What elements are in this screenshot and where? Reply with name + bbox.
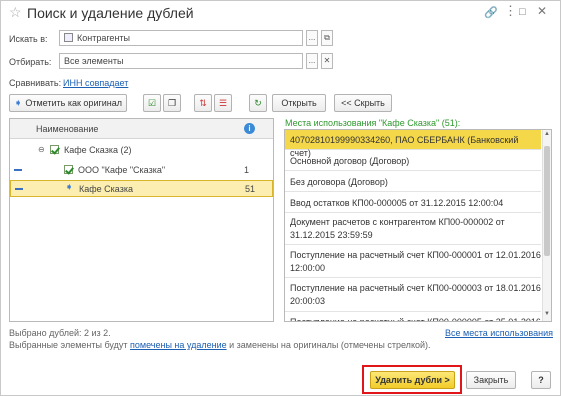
dialog-window: ☆ Поиск и удаление дублей 🔗 ⋮ □ ✕ Искать… bbox=[0, 0, 561, 396]
footer-note: Выбранные элементы будут помечены на уда… bbox=[9, 340, 431, 350]
open-button[interactable]: Открыть bbox=[272, 94, 326, 112]
close-icon[interactable]: ✕ bbox=[537, 4, 547, 18]
list-item[interactable]: 40702810199990334260, ПАО СБЕРБАНК (Банк… bbox=[285, 130, 541, 158]
scrollbar[interactable]: ▲ ▼ bbox=[542, 130, 551, 321]
row-checkbox[interactable] bbox=[64, 165, 73, 174]
delete-duplicates-button[interactable]: Удалить дубли > bbox=[370, 371, 455, 389]
list-item[interactable]: Поступление на расчетный счет КП00-00000… bbox=[285, 245, 541, 278]
more-menu-icon[interactable]: ⋮ bbox=[504, 3, 517, 19]
list-item[interactable]: Документ расчетов с контрагентом КП00-00… bbox=[285, 213, 541, 245]
copy-icon: ❐ bbox=[167, 97, 177, 108]
help-button[interactable]: ? bbox=[531, 371, 551, 389]
search-in-field[interactable]: Контрагенты bbox=[59, 30, 303, 46]
original-arrow-icon: ➧ bbox=[65, 182, 74, 193]
sort-desc-button[interactable]: ☰ bbox=[214, 94, 232, 112]
close-button[interactable]: Закрыть bbox=[466, 371, 516, 389]
close-label: Закрыть bbox=[473, 375, 509, 385]
table-row[interactable]: ООО "Кафе "Сказка" 1 bbox=[10, 161, 273, 181]
compare-label: Сравнивать: bbox=[9, 78, 62, 88]
mark-original-button[interactable]: ➧ Отметить как оригинал bbox=[9, 94, 127, 112]
search-in-select-button[interactable]: ... bbox=[306, 30, 318, 46]
mark-original-label: Отметить как оригинал bbox=[25, 98, 123, 108]
search-in-label: Искать в: bbox=[9, 34, 48, 44]
list-item[interactable]: Поступление на расчетный счет КП00-00000… bbox=[285, 312, 541, 321]
link-icon[interactable]: 🔗 bbox=[484, 6, 498, 19]
filter-select-button[interactable]: ... bbox=[306, 53, 318, 69]
all-usages-link[interactable]: Все места использования bbox=[445, 328, 553, 338]
marked-for-deletion-link[interactable]: помечены на удаление bbox=[130, 340, 227, 350]
row-count: 1 bbox=[244, 165, 250, 175]
copy-button[interactable]: ❐ bbox=[163, 94, 181, 112]
row-name: Кафе Сказка bbox=[79, 184, 133, 194]
group-label: Кафе Сказка (2) bbox=[64, 145, 132, 155]
open-label: Открыть bbox=[281, 98, 317, 108]
group-row[interactable]: ⊖ Кафе Сказка (2) bbox=[10, 141, 273, 161]
sort-desc-icon: ☰ bbox=[218, 97, 228, 108]
search-in-open-icon[interactable]: ⧉ bbox=[321, 30, 333, 46]
sort-asc-button[interactable]: ⇅ bbox=[194, 94, 212, 112]
scroll-up-icon[interactable]: ▲ bbox=[544, 131, 550, 137]
window-title: Поиск и удаление дублей bbox=[27, 5, 194, 21]
search-in-value: Контрагенты bbox=[77, 33, 131, 43]
duplicates-table[interactable]: Наименование i ⊖ Кафе Сказка (2) ООО "Ка… bbox=[9, 118, 274, 322]
row-count: 51 bbox=[245, 184, 256, 194]
hide-button[interactable]: << Скрыть bbox=[334, 94, 392, 112]
footer-note-start: Выбранные элементы будут bbox=[9, 340, 130, 350]
refresh-button[interactable]: ↻ bbox=[249, 94, 267, 112]
delete-duplicates-label: Удалить дубли > bbox=[375, 375, 450, 385]
check-all-icon: ☑ bbox=[147, 97, 157, 108]
favorite-star-icon[interactable]: ☆ bbox=[9, 4, 22, 21]
arrow-right-icon: ➧ bbox=[13, 97, 23, 109]
sort-asc-icon: ⇅ bbox=[199, 97, 207, 108]
refresh-icon: ↻ bbox=[254, 97, 262, 108]
scrollbar-thumb[interactable] bbox=[544, 146, 550, 256]
scroll-down-icon[interactable]: ▼ bbox=[544, 311, 550, 317]
filter-clear-icon[interactable]: ✕ bbox=[321, 53, 333, 69]
row-marker-icon bbox=[15, 188, 23, 190]
group-checkbox[interactable] bbox=[50, 145, 59, 154]
help-label: ? bbox=[538, 375, 544, 385]
maximize-icon[interactable]: □ bbox=[519, 6, 526, 18]
filter-label: Отбирать: bbox=[9, 57, 52, 67]
list-item[interactable]: Ввод остатков КП00-000005 от 31.12.2015 … bbox=[285, 192, 541, 213]
list-item[interactable]: Без договора (Договор) bbox=[285, 171, 541, 192]
info-icon[interactable]: i bbox=[244, 123, 255, 134]
title-bar: ☆ Поиск и удаление дублей 🔗 ⋮ □ ✕ bbox=[1, 1, 560, 25]
row-name: ООО "Кафе "Сказка" bbox=[78, 165, 166, 175]
list-item[interactable]: Основной договор (Договор) bbox=[285, 150, 541, 171]
check-all-button[interactable]: ☑ bbox=[143, 94, 161, 112]
collapse-icon[interactable]: ⊖ bbox=[38, 145, 45, 154]
column-name-header[interactable]: Наименование bbox=[36, 124, 98, 134]
filter-value: Все элементы bbox=[64, 56, 124, 66]
row-marker-icon bbox=[14, 169, 22, 171]
list-item[interactable]: Поступление на расчетный счет КП00-00000… bbox=[285, 278, 541, 312]
hide-label: << Скрыть bbox=[341, 98, 385, 108]
usage-list[interactable]: 40702810199990334260, ПАО СБЕРБАНК (Банк… bbox=[284, 129, 552, 322]
catalog-icon bbox=[64, 33, 73, 42]
table-row-selected[interactable]: ➧ Кафе Сказка 51 bbox=[10, 180, 273, 197]
table-header: Наименование i bbox=[10, 119, 273, 139]
selected-count: Выбрано дублей: 2 из 2. bbox=[9, 328, 111, 338]
filter-field[interactable]: Все элементы bbox=[59, 53, 303, 69]
compare-link[interactable]: ИНН совпадает bbox=[63, 78, 128, 88]
footer-note-end: и заменены на оригиналы (отмечены стрелк… bbox=[226, 340, 431, 350]
usage-header: Места использования "Кафе Сказка" (51): bbox=[285, 118, 461, 128]
